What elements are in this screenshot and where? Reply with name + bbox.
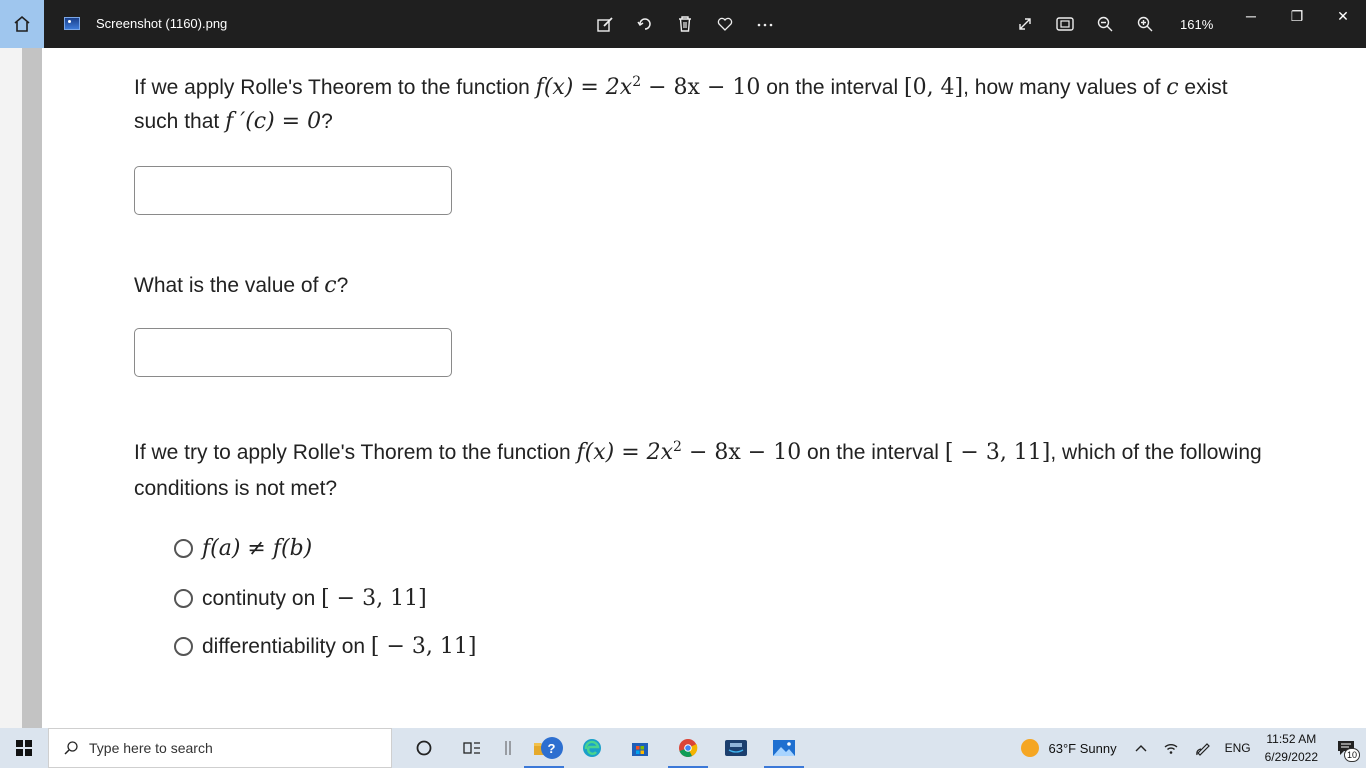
weather-text: 63°F Sunny (1048, 740, 1117, 756)
radio-button[interactable] (174, 589, 193, 608)
chrome-icon[interactable] (664, 728, 712, 768)
question-1: If we apply Rolle's Theorem to the funct… (134, 72, 1264, 138)
search-icon (63, 740, 79, 756)
fit-icon[interactable] (1052, 12, 1078, 36)
pen-icon[interactable] (1195, 740, 1211, 756)
radio-button[interactable] (174, 539, 193, 558)
window-controls: ─ ❐ ✕ (1228, 0, 1366, 32)
store-icon[interactable] (616, 728, 664, 768)
sun-icon (1020, 739, 1039, 757)
variable-c: c (324, 273, 337, 298)
question-text: ? (336, 274, 349, 297)
more-icon[interactable] (752, 12, 778, 36)
option-label: differentiability on (202, 634, 366, 658)
edit-toolbar (592, 12, 778, 36)
zoom-level[interactable]: 161% (1180, 17, 1213, 32)
question-text: , how many values of (963, 76, 1167, 99)
favorite-icon[interactable] (712, 12, 738, 36)
language-indicator[interactable]: ENG (1225, 741, 1251, 755)
system-tray: ? 63°F Sunny ENG 11:52 AM 6/29/2022 10 (540, 728, 1366, 768)
interval: [ − 3, 11] (370, 634, 477, 659)
interval: [0, 4] (903, 75, 964, 100)
zoom-out-icon[interactable] (1092, 12, 1118, 36)
tray-icons (1135, 740, 1211, 756)
time: 11:52 AM (1266, 732, 1317, 746)
question-text: ? (321, 110, 333, 133)
option-label: f(a) ≠ f(b) (202, 536, 313, 561)
answer-input-2[interactable] (134, 328, 452, 377)
weather-widget[interactable]: 63°F Sunny (1020, 739, 1117, 757)
delete-icon[interactable] (672, 12, 698, 36)
variable-c: c (1166, 75, 1179, 100)
function-expression: f(x) = 2x2 − 8x − 10 (535, 74, 761, 100)
start-button[interactable] (0, 728, 48, 768)
date: 6/29/2022 (1264, 750, 1318, 764)
left-gutter (0, 48, 22, 728)
taskbar-apps (400, 728, 808, 768)
fullscreen-icon[interactable] (1012, 12, 1038, 36)
view-toolbar: 161% (1012, 12, 1213, 36)
question-text: If we apply Rolle's Theorem to the funct… (134, 76, 536, 99)
prime-video-icon[interactable] (712, 728, 760, 768)
minimize-button[interactable]: ─ (1228, 0, 1274, 32)
notification-count: 10 (1344, 748, 1360, 762)
pinned-separator-icon (496, 728, 520, 768)
cortana-icon[interactable] (400, 728, 448, 768)
derivative-condition: f ′(c) = 0 (225, 109, 322, 134)
photos-icon[interactable] (760, 728, 808, 768)
option-differentiability[interactable]: differentiability on [ − 3, 11] (174, 634, 476, 659)
taskbar: Type here to search ? 63°F Sunny ENG 11:… (0, 728, 1366, 768)
interval: [ − 3, 11] (944, 440, 1051, 465)
zoom-in-icon[interactable] (1132, 12, 1158, 36)
wifi-icon[interactable] (1163, 741, 1179, 755)
home-button[interactable] (0, 0, 44, 48)
question-3: If we try to apply Rolle's Thorem to the… (134, 436, 1274, 506)
question-text: If we try to apply Rolle's Thorem to the… (134, 441, 577, 464)
home-icon (14, 15, 30, 32)
question-text: What is the value of (134, 274, 325, 297)
notifications-button[interactable]: 10 (1332, 728, 1360, 768)
edge-icon[interactable] (568, 728, 616, 768)
restore-button[interactable]: ❐ (1274, 0, 1320, 32)
chevron-up-icon[interactable] (1135, 743, 1147, 753)
windows-icon (16, 740, 32, 756)
function-expression: f(x) = 2x2 − 8x − 10 (576, 439, 802, 465)
rotate-icon[interactable] (632, 12, 658, 36)
clock[interactable]: 11:52 AM 6/29/2022 (1265, 730, 1318, 766)
scroll-track (22, 48, 42, 728)
option-continuity[interactable]: continuty on [ − 3, 11] (174, 586, 427, 611)
image-file-icon (64, 17, 80, 30)
taskbar-search[interactable]: Type here to search (48, 728, 392, 768)
file-name: Screenshot (1160).png (96, 16, 228, 31)
question-text: on the interval (760, 76, 904, 99)
edit-icon[interactable] (592, 12, 618, 36)
question-2: What is the value of c? (134, 270, 348, 302)
help-icon[interactable]: ? (540, 737, 563, 759)
question-text: on the interval (801, 441, 945, 464)
answer-input-1[interactable] (134, 166, 452, 215)
search-placeholder: Type here to search (89, 740, 213, 756)
task-view-icon[interactable] (448, 728, 496, 768)
interval: [ − 3, 11] (321, 586, 427, 611)
title-bar: Screenshot (1160).png 161% ─ ❐ ✕ (0, 0, 1366, 48)
option-f-a-neq-f-b[interactable]: f(a) ≠ f(b) (174, 536, 312, 561)
close-button[interactable]: ✕ (1320, 0, 1366, 32)
option-label: continuty on (202, 586, 316, 610)
radio-button[interactable] (174, 637, 193, 656)
